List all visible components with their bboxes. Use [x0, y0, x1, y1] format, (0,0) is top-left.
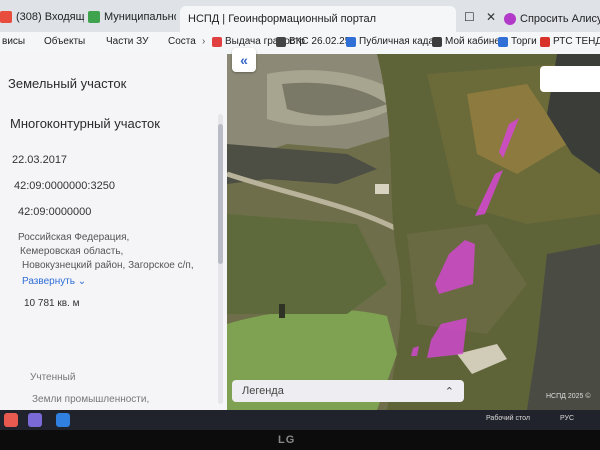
rts-icon — [540, 36, 550, 47]
bookmark-parts-zu[interactable]: Части ЗУ — [106, 36, 148, 47]
browser-tab-bar: (308) Входящие Муниципальное НСПД | Геои… — [0, 0, 600, 33]
expand-address-link[interactable]: Развернуть ⌄ — [22, 276, 86, 287]
bookmark-public-cadastre[interactable]: Публичная кадас — [346, 36, 439, 47]
mail-icon — [0, 11, 12, 23]
chevron-right-icon[interactable]: › — [202, 36, 205, 47]
status-value: Учтенный — [30, 372, 76, 383]
bookmark-cabinet[interactable]: Мой кабинет — [432, 36, 504, 47]
monitor-bezel — [0, 430, 600, 450]
double-chevron-left-icon: « — [240, 52, 248, 68]
tab-inbox[interactable]: (308) Входящие — [0, 6, 84, 28]
yandex-browser-icon[interactable] — [56, 413, 70, 427]
window-restore-icon[interactable]: ☐ — [464, 10, 475, 24]
alice-button[interactable]: Спросить Алису — [504, 8, 600, 30]
object-subtype-label: Многоконтурный участок — [10, 116, 160, 131]
alice-icon — [504, 13, 516, 25]
user-icon — [432, 36, 442, 47]
video-icon — [276, 36, 286, 47]
window-close-icon[interactable]: ✕ — [486, 10, 496, 24]
bookmark-vks[interactable]: ВКС 26.02.25 — [276, 36, 350, 47]
chevron-down-icon: ⌄ — [77, 276, 87, 287]
tab-municipal[interactable]: Муниципальное — [88, 6, 176, 28]
chevron-updown-icon: ⌃ — [444, 385, 454, 398]
map-icon — [346, 36, 356, 47]
area-value: 10 781 кв. м — [24, 298, 80, 309]
map-toolbar[interactable] — [540, 66, 600, 92]
registration-date: 22.03.2017 — [12, 154, 68, 166]
map-attribution: НСПД 2025 © — [546, 393, 591, 400]
panel-scrollbar-thumb[interactable] — [218, 124, 223, 264]
satellite-imagery — [227, 54, 600, 410]
address-line: Российская Федерация, — [18, 232, 130, 243]
collapse-panel-button[interactable]: « — [232, 48, 256, 72]
language-indicator[interactable]: РУС — [560, 415, 574, 422]
desktop-label[interactable]: Рабочий стол — [486, 415, 530, 422]
land-category: Земли промышленности, — [32, 394, 150, 405]
object-type-label: Земельный участок — [8, 76, 127, 91]
tab-nspd-portal[interactable]: НСПД | Геоинформационный портал — [180, 6, 456, 32]
monitor-logo: LG — [278, 434, 296, 446]
satellite-map[interactable] — [227, 54, 600, 410]
cadastral-quarter: 42:09:0000000 — [18, 206, 92, 218]
bookmark-sostav[interactable]: Соста — [168, 36, 196, 47]
cadastral-number: 42:09:0000000:3250 — [14, 180, 115, 192]
bookmark-torgi[interactable]: Торги — [498, 36, 537, 47]
app-icon[interactable] — [28, 413, 42, 427]
bookmarks-bar: висы Объекты Части ЗУ Соста › Выдача гра… — [0, 32, 600, 55]
address-line: Новокузнецкий район, Загорское с/п, — [22, 260, 194, 271]
object-info-panel: Земельный участок Многоконтурный участок… — [0, 54, 227, 410]
app-icon[interactable] — [4, 413, 18, 427]
bookmark-services[interactable]: висы — [2, 36, 25, 47]
site-icon — [88, 11, 100, 23]
flag-icon — [212, 36, 222, 47]
legend-dropdown[interactable]: Легенда ⌃ — [232, 380, 464, 402]
os-taskbar: Рабочий стол РУС — [0, 410, 600, 430]
bookmark-rts-tender[interactable]: РТС ТЕНДЕР — [540, 36, 600, 47]
address-line: Кемеровская область, — [20, 246, 124, 257]
auction-icon — [498, 36, 508, 47]
bookmark-objects[interactable]: Объекты — [44, 36, 85, 47]
